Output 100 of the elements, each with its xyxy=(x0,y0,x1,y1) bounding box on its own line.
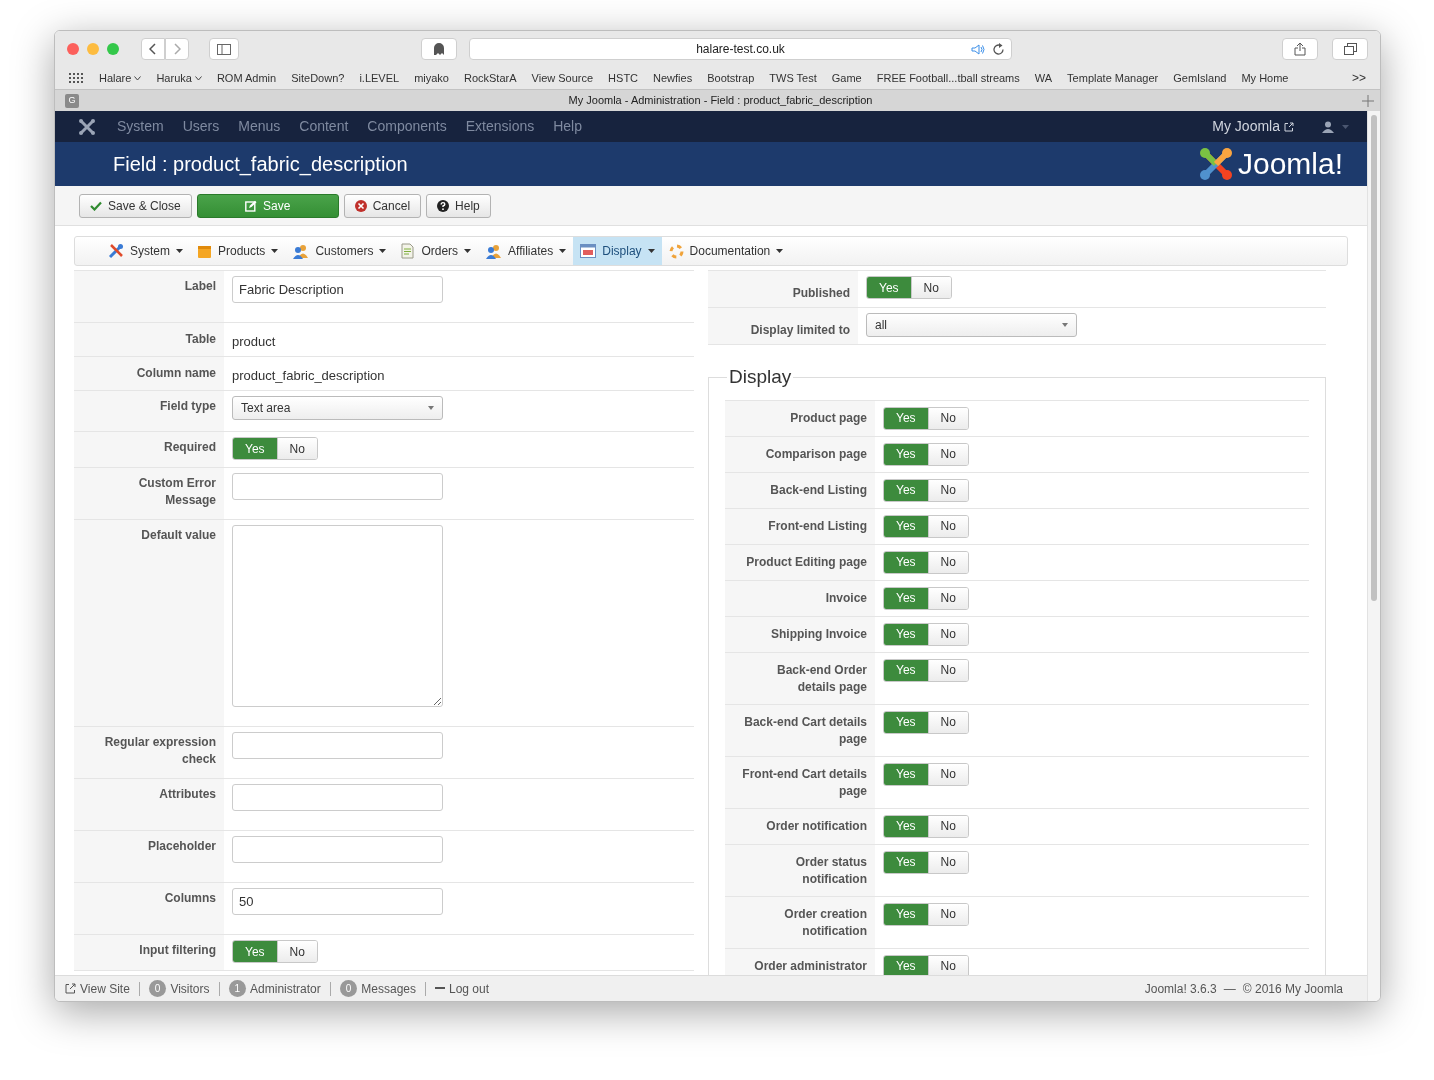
text-area[interactable] xyxy=(232,525,443,707)
submenu-tab[interactable]: Documentation xyxy=(661,237,791,265)
admin-menu-item[interactable]: Help xyxy=(553,116,582,137)
toggle-option[interactable]: No xyxy=(910,277,951,298)
toggle-option[interactable]: Yes xyxy=(884,851,928,873)
toggle-option[interactable]: No xyxy=(927,955,968,975)
toggle-option[interactable]: Yes xyxy=(233,941,277,962)
submenu-tab[interactable]: Affiliates xyxy=(478,237,574,265)
admin-menu-item[interactable]: Components xyxy=(367,116,447,137)
ghost-extension-button[interactable] xyxy=(421,38,457,60)
address-bar[interactable]: halare-test.co.uk xyxy=(469,38,1012,60)
view-site-link[interactable]: View Site xyxy=(65,979,130,998)
toggle-option[interactable]: Yes xyxy=(884,711,928,733)
toggle-option[interactable]: No xyxy=(927,551,968,573)
submenu-tab[interactable]: Products xyxy=(190,237,286,265)
admin-menu-item[interactable]: Extensions xyxy=(465,116,535,137)
bookmark[interactable]: Newfies xyxy=(653,69,693,87)
sidebar-button[interactable] xyxy=(209,38,239,60)
toggle-option[interactable]: No xyxy=(927,479,968,501)
help-button[interactable]: Help xyxy=(426,193,491,218)
toggle-option[interactable]: No xyxy=(276,941,317,962)
tabs-button[interactable] xyxy=(1332,38,1368,60)
toggle-option[interactable]: No xyxy=(927,903,968,925)
user-icon[interactable] xyxy=(1322,120,1334,133)
input-field[interactable] xyxy=(232,473,443,500)
bookmark[interactable]: My Home xyxy=(1241,69,1289,87)
toggle-option[interactable]: No xyxy=(927,851,968,873)
status-link[interactable]: 0 Visitors xyxy=(148,979,210,998)
bookmark[interactable]: Halare xyxy=(99,69,142,87)
reload-icon[interactable] xyxy=(993,43,1005,56)
bookmark[interactable]: View Source xyxy=(531,69,594,87)
bookmark[interactable]: WA xyxy=(1034,69,1053,87)
bookmark[interactable]: Haruka xyxy=(156,69,202,87)
apps-grid-icon[interactable] xyxy=(69,73,83,83)
admin-menu-item[interactable]: Content xyxy=(299,116,349,137)
submenu-tab[interactable]: Orders xyxy=(393,237,479,265)
bookmark[interactable]: ROM Admin xyxy=(216,69,277,87)
browser-tab[interactable]: My Joomla - Administration - Field : product_fabric_description xyxy=(79,92,1362,109)
input-field[interactable]: Fabric Description xyxy=(232,276,443,303)
toggle-option[interactable]: No xyxy=(927,443,968,465)
bookmark[interactable]: Template Manager xyxy=(1067,69,1159,87)
toggle-option[interactable]: Yes xyxy=(233,438,277,459)
toggle-option[interactable]: No xyxy=(927,623,968,645)
status-link[interactable]: 0 Messages xyxy=(339,979,416,998)
input-field[interactable] xyxy=(232,784,443,811)
save-close-button[interactable]: Save & Close xyxy=(79,193,192,218)
toggle-option[interactable]: No xyxy=(927,659,968,681)
back-button[interactable] xyxy=(141,38,165,60)
site-link[interactable]: My Joomla xyxy=(1212,116,1294,137)
submenu-tab[interactable]: System xyxy=(101,237,190,265)
toggle-option[interactable]: Yes xyxy=(884,763,928,785)
toggle-option[interactable]: Yes xyxy=(884,955,928,975)
status-link[interactable]: 1 Administrator xyxy=(228,979,321,998)
admin-menu-item[interactable]: Users xyxy=(182,116,220,137)
input-field[interactable] xyxy=(232,732,443,759)
toggle-option[interactable]: No xyxy=(927,587,968,609)
speaker-icon[interactable] xyxy=(971,44,985,55)
toggle-option[interactable]: Yes xyxy=(884,515,928,537)
bookmark[interactable]: SiteDown? xyxy=(291,69,345,87)
toggle-option[interactable]: No xyxy=(276,438,317,459)
toggle-option[interactable]: Yes xyxy=(884,443,928,465)
joomla-menu-icon[interactable] xyxy=(79,118,95,135)
toggle-option[interactable]: No xyxy=(927,407,968,429)
bookmark[interactable]: TWS Test xyxy=(769,69,817,87)
logout-link[interactable]: Log out xyxy=(435,979,490,998)
bookmark[interactable]: RockStarA xyxy=(463,69,517,87)
bookmark[interactable]: Game xyxy=(831,69,862,87)
input-field[interactable] xyxy=(232,836,443,863)
toggle-option[interactable]: No xyxy=(927,515,968,537)
input-field[interactable]: 50 xyxy=(232,888,443,915)
bookmark[interactable]: GemIsland xyxy=(1173,69,1227,87)
toggle-option[interactable]: Yes xyxy=(884,407,928,429)
toggle-option[interactable]: Yes xyxy=(884,815,928,837)
bookmarks-overflow[interactable]: >> xyxy=(1352,69,1366,87)
toggle-option[interactable]: Yes xyxy=(867,277,911,298)
forward-button[interactable] xyxy=(165,38,189,60)
caret-icon[interactable] xyxy=(1342,124,1349,129)
toggle-option[interactable]: Yes xyxy=(884,659,928,681)
toggle-option[interactable]: No xyxy=(927,763,968,785)
submenu-tab[interactable]: Display xyxy=(573,237,662,265)
share-button[interactable] xyxy=(1282,38,1318,60)
toggle-option[interactable]: Yes xyxy=(884,587,928,609)
admin-menu-item[interactable]: System xyxy=(117,116,164,137)
toggle-option[interactable]: Yes xyxy=(884,479,928,501)
toggle-option[interactable]: No xyxy=(927,815,968,837)
bookmark[interactable]: HSTC xyxy=(608,69,639,87)
cancel-button[interactable]: Cancel xyxy=(343,193,422,218)
select-field[interactable]: Text area xyxy=(232,396,443,420)
select-field[interactable]: all xyxy=(866,313,1077,337)
bookmark[interactable]: i.LEVEL xyxy=(359,69,400,87)
admin-menu-item[interactable]: Menus xyxy=(238,116,281,137)
toggle-option[interactable]: Yes xyxy=(884,551,928,573)
new-tab-icon[interactable] xyxy=(1362,94,1374,107)
save-button[interactable]: Save xyxy=(196,193,339,218)
toggle-option[interactable]: Yes xyxy=(884,903,928,925)
submenu-tab[interactable]: Customers xyxy=(285,237,394,265)
bookmark[interactable]: FREE Football...tball streams xyxy=(876,69,1020,87)
toggle-option[interactable]: Yes xyxy=(884,623,928,645)
toggle-option[interactable]: No xyxy=(927,711,968,733)
scrollbar[interactable] xyxy=(1367,111,1380,1001)
